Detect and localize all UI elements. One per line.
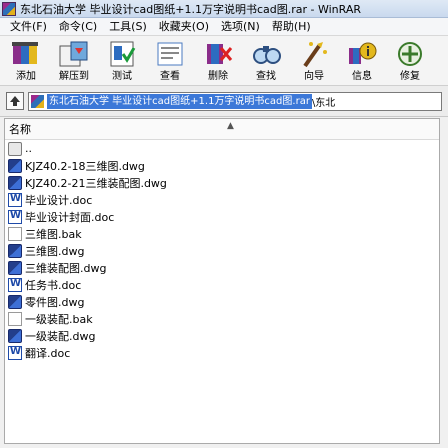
test-label: 测试 — [112, 71, 132, 82]
archive-icon — [31, 95, 44, 108]
path-text: 东北石油大学 毕业设计cad图纸+1.1万字说明书cad图.rar — [47, 94, 312, 109]
file-name: 毕业设计.doc — [25, 193, 93, 207]
repair-button[interactable]: 修复 — [386, 36, 434, 86]
file-row[interactable]: KJZ40.2-21三维装配图.dwg — [5, 174, 439, 191]
delete-icon — [207, 44, 233, 64]
file-list: 名称 ▲ .. KJZ40.2-18三维图.dwg KJZ40.2-21三维装配图.… — [4, 118, 440, 444]
file-row[interactable]: 三维图.bak — [5, 225, 439, 242]
file-row[interactable]: .. — [5, 140, 439, 157]
file-row[interactable]: 三维图.dwg — [5, 242, 439, 259]
menu-bar: 文件(F) 命令(C) 工具(S) 收藏夹(O) 选项(N) 帮助(H) — [0, 18, 448, 36]
dwg-file-icon — [8, 294, 22, 309]
add-icon — [12, 42, 38, 64]
extract-to-button[interactable]: 解压到 — [50, 36, 98, 86]
info-icon — [349, 42, 377, 64]
file-row[interactable]: 任务书.doc — [5, 276, 439, 293]
file-name: KJZ40.2-21三维装配图.dwg — [25, 176, 167, 190]
file-name: 三维装配图.dwg — [25, 261, 107, 275]
add-button[interactable]: 添加 — [2, 36, 50, 86]
extract-to-label: 解压到 — [59, 71, 89, 82]
menu-tools[interactable]: 工具(S) — [103, 19, 153, 35]
path-suffix: \东北 — [311, 98, 336, 109]
column-header-name[interactable]: 名称 ▲ — [5, 119, 439, 140]
file-row[interactable]: 一级装配.dwg — [5, 327, 439, 344]
window-title: 东北石油大学 毕业设计cad图纸+1.1万字说明书cad图.rar - WinR… — [20, 2, 362, 16]
file-name: 一级装配.dwg — [25, 329, 96, 343]
folder-file-icon — [8, 141, 22, 156]
path-field[interactable]: 东北石油大学 毕业设计cad图纸+1.1万字说明书cad图.rar \东北 — [28, 92, 442, 111]
file-row[interactable]: 毕业设计.doc — [5, 191, 439, 208]
find-button[interactable]: 查找 — [242, 36, 290, 86]
file-row[interactable]: 一级装配.bak — [5, 310, 439, 327]
sort-up-icon: ▲ — [227, 121, 234, 131]
menu-favorites[interactable]: 收藏夹(O) — [153, 19, 215, 35]
extract-to-icon — [59, 41, 88, 67]
menu-file[interactable]: 文件(F) — [4, 19, 53, 35]
doc-file-icon — [8, 209, 22, 224]
toolbar: 添加 解压到 测试 查看 删除 查找 向导 信息 修复 — [0, 36, 448, 86]
wizard-icon — [303, 42, 327, 68]
menu-options[interactable]: 选项(N) — [215, 19, 266, 35]
file-name: 毕业设计封面.doc — [25, 210, 115, 224]
file-name: 三维图.bak — [25, 227, 82, 241]
file-name: 翻译.doc — [25, 346, 71, 360]
address-bar: 东北石油大学 毕业设计cad图纸+1.1万字说明书cad图.rar \东北 — [0, 86, 448, 117]
add-label: 添加 — [16, 71, 36, 82]
up-one-level-button[interactable] — [6, 92, 24, 110]
dwg-file-icon — [8, 243, 22, 258]
doc-file-icon — [8, 192, 22, 207]
file-row[interactable]: 三维装配图.dwg — [5, 259, 439, 276]
column-name-label: 名称 — [9, 123, 31, 136]
file-rows: .. KJZ40.2-18三维图.dwg KJZ40.2-21三维装配图.dwg 毕业… — [5, 140, 439, 361]
bak-file-icon — [8, 226, 22, 241]
dwg-file-icon — [8, 175, 22, 190]
file-row[interactable]: 翻译.doc — [5, 344, 439, 361]
file-name: KJZ40.2-18三维图.dwg — [25, 159, 145, 173]
view-label: 查看 — [160, 71, 180, 82]
dwg-file-icon — [8, 158, 22, 173]
dwg-file-icon — [8, 260, 22, 275]
view-icon — [157, 42, 183, 66]
winrar-app-icon — [2, 1, 16, 16]
repair-label: 修复 — [400, 71, 420, 82]
file-name: 三维图.dwg — [25, 244, 85, 258]
dwg-file-icon — [8, 328, 22, 343]
view-button[interactable]: 查看 — [146, 36, 194, 86]
file-row[interactable]: 零件图.dwg — [5, 293, 439, 310]
find-label: 查找 — [256, 71, 276, 82]
bak-file-icon — [8, 311, 22, 326]
find-icon — [253, 46, 281, 64]
wizard-label: 向导 — [304, 71, 324, 82]
test-button[interactable]: 测试 — [98, 36, 146, 86]
repair-icon — [398, 42, 422, 66]
info-button[interactable]: 信息 — [338, 36, 386, 86]
file-name: .. — [25, 142, 32, 155]
file-row[interactable]: 毕业设计封面.doc — [5, 208, 439, 225]
file-name: 一级装配.bak — [25, 312, 93, 326]
info-label: 信息 — [352, 71, 372, 82]
menu-help[interactable]: 帮助(H) — [266, 19, 317, 35]
file-row[interactable]: KJZ40.2-18三维图.dwg — [5, 157, 439, 174]
file-name: 任务书.doc — [25, 278, 82, 292]
delete-button[interactable]: 删除 — [194, 36, 242, 86]
delete-label: 删除 — [208, 71, 228, 82]
wizard-button[interactable]: 向导 — [290, 36, 338, 86]
doc-file-icon — [8, 277, 22, 292]
test-icon — [110, 41, 136, 67]
arrow-up-icon — [10, 96, 20, 106]
file-name: 零件图.dwg — [25, 295, 85, 309]
title-bar: 东北石油大学 毕业设计cad图纸+1.1万字说明书cad图.rar - WinR… — [0, 0, 448, 18]
menu-commands[interactable]: 命令(C) — [53, 19, 103, 35]
doc-file-icon — [8, 345, 22, 360]
